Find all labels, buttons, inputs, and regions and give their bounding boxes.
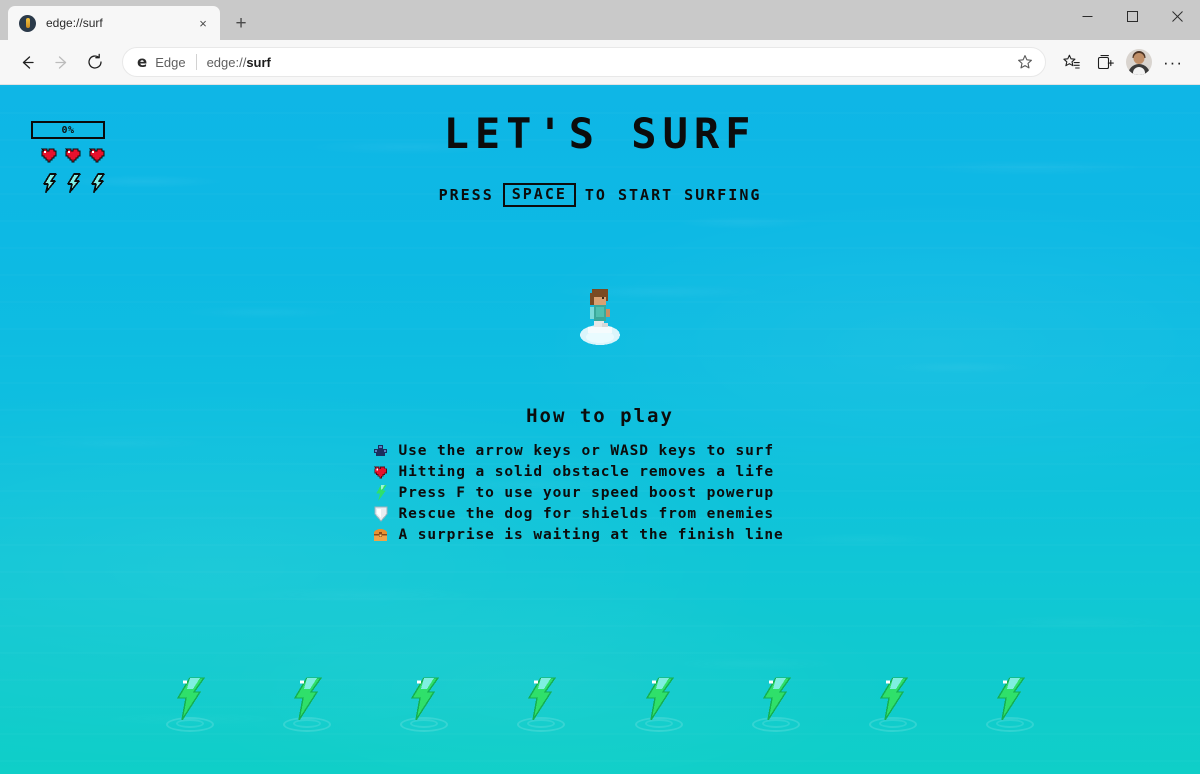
settings-and-more-button[interactable]: ··· xyxy=(1156,45,1190,79)
bolt-powerup-icon[interactable] xyxy=(990,676,1030,732)
game-hud: 0% xyxy=(31,121,107,198)
bolt-powerup-icon[interactable] xyxy=(756,676,796,732)
shield-icon xyxy=(373,506,389,522)
close-window-icon[interactable] xyxy=(1155,0,1200,32)
start-prompt-after: TO START SURFING xyxy=(585,186,762,204)
chest-icon xyxy=(373,527,389,543)
avatar[interactable] xyxy=(1122,45,1156,79)
url-prefix: edge:// xyxy=(207,55,247,70)
collections-icon[interactable] xyxy=(1088,45,1122,79)
browser-tab[interactable]: edge://surf × xyxy=(8,6,220,40)
bolt-powerup-icon[interactable] xyxy=(521,676,561,732)
instruction-row: Press F to use your speed boost powerup xyxy=(373,485,828,501)
edge-browser-window: edge://surf × + e Edge xyxy=(0,0,1200,774)
window-controls xyxy=(1065,0,1200,32)
start-prompt-before: PRESS xyxy=(439,186,494,204)
surf-game-canvas[interactable]: 0% xyxy=(0,85,1200,774)
progress-label: 0% xyxy=(61,125,74,136)
address-bar[interactable]: e Edge edge://surf xyxy=(122,47,1046,77)
tab-strip: edge://surf × + xyxy=(0,0,1200,40)
edge-badge-icon: e xyxy=(137,55,147,70)
address-bar-url: edge://surf xyxy=(207,55,1011,70)
instruction-text: Hitting a solid obstacle removes a life xyxy=(399,464,775,480)
game-title: LET'S SURF xyxy=(0,113,1200,155)
instruction-row: A surprise is waiting at the finish line xyxy=(373,527,828,543)
lives-indicator xyxy=(40,147,107,169)
heart-icon xyxy=(373,464,389,480)
instruction-row: Hitting a solid obstacle removes a life xyxy=(373,464,828,480)
instruction-row: Use the arrow keys or WASD keys to surf xyxy=(373,443,828,459)
bolt-powerup-icon[interactable] xyxy=(287,676,327,732)
close-icon[interactable]: × xyxy=(194,14,212,32)
boost-indicator xyxy=(40,173,107,198)
powerup-row xyxy=(0,674,1200,734)
favorites-icon[interactable] xyxy=(1054,45,1088,79)
bolt-icon xyxy=(40,173,59,198)
bolt-powerup-icon[interactable] xyxy=(639,676,679,732)
refresh-icon[interactable] xyxy=(78,45,112,79)
dpad-icon xyxy=(373,443,389,459)
browser-toolbar: e Edge edge://surf ··· xyxy=(0,40,1200,85)
maximize-icon[interactable] xyxy=(1110,0,1155,32)
instructions-list: Use the arrow keys or WASD keys to surf … xyxy=(0,443,1200,543)
bolt-powerup-icon[interactable] xyxy=(170,676,210,732)
new-tab-button[interactable]: + xyxy=(226,8,256,38)
start-prompt: PRESS SPACE TO START SURFING xyxy=(0,183,1200,207)
instruction-row: Rescue the dog for shields from enemies xyxy=(373,506,828,522)
back-arrow-icon[interactable] xyxy=(10,45,44,79)
howto-heading: How to play xyxy=(0,405,1200,427)
omnibox-divider xyxy=(196,54,197,70)
instruction-text: Rescue the dog for shields from enemies xyxy=(399,506,775,522)
url-highlight: surf xyxy=(246,55,271,70)
heart-icon xyxy=(88,147,107,169)
minimize-icon[interactable] xyxy=(1065,0,1110,32)
edge-label: Edge xyxy=(155,55,185,70)
bolt-powerup-icon[interactable] xyxy=(404,676,444,732)
more-dots-icon: ··· xyxy=(1163,54,1183,71)
instruction-text: Press F to use your speed boost powerup xyxy=(399,485,775,501)
surf-favicon xyxy=(19,15,36,32)
heart-icon xyxy=(64,147,83,169)
space-keycap[interactable]: SPACE xyxy=(503,183,576,207)
instruction-text: A surprise is waiting at the finish line xyxy=(399,527,784,543)
bolt-icon xyxy=(88,173,107,198)
heart-icon xyxy=(40,147,59,169)
bolt-icon xyxy=(373,485,389,501)
bolt-powerup-icon[interactable] xyxy=(873,676,913,732)
progress-bar: 0% xyxy=(31,121,105,139)
surfer-character xyxy=(578,285,622,345)
star-icon[interactable] xyxy=(1011,48,1039,76)
tab-title: edge://surf xyxy=(46,16,194,30)
instruction-text: Use the arrow keys or WASD keys to surf xyxy=(399,443,775,459)
bolt-icon xyxy=(64,173,83,198)
forward-arrow-icon[interactable] xyxy=(44,45,78,79)
